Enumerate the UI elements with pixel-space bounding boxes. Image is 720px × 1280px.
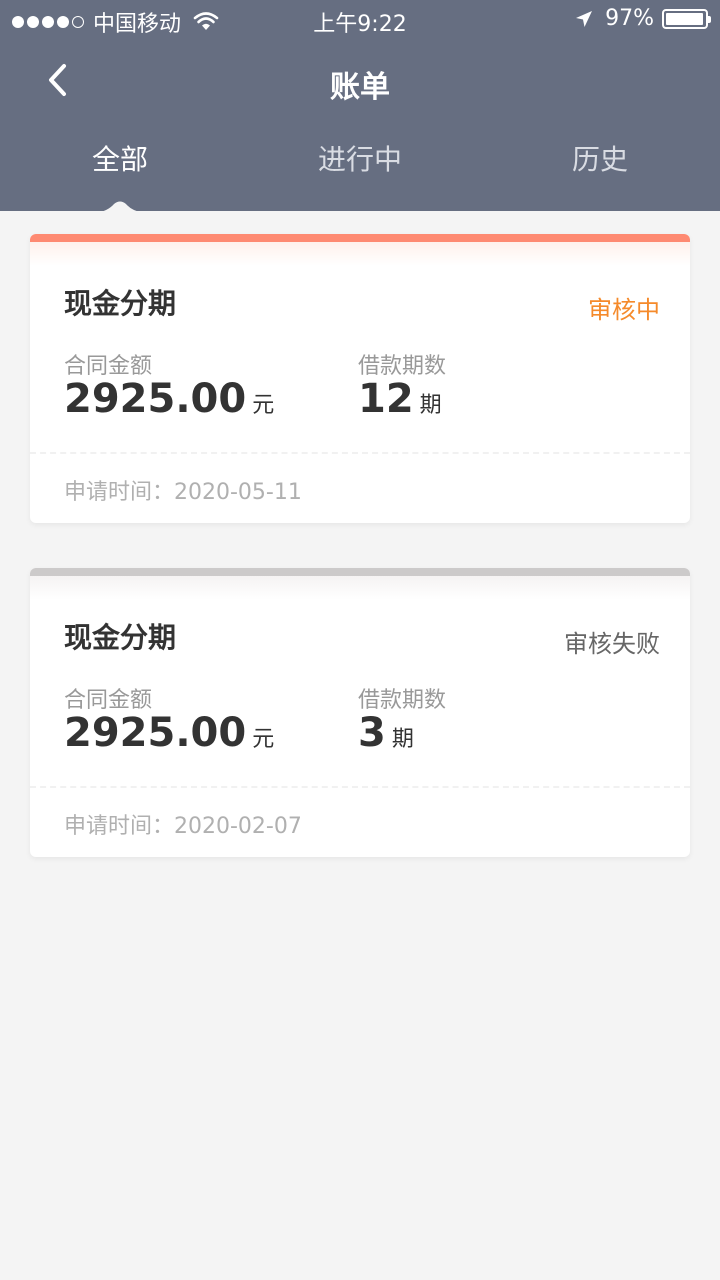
term-number: 3 [358, 710, 386, 756]
apply-date: 申请时间：2020-02-07 [64, 814, 302, 839]
term-value: 3 期 [358, 710, 414, 756]
card-title: 现金分期 [64, 287, 177, 320]
term-number: 12 [358, 376, 414, 422]
amount-number: 2925.00 [64, 376, 247, 422]
battery-icon [662, 8, 711, 29]
tab-all[interactable]: 全部 [0, 130, 240, 190]
status-bar: 中国移动 上午9:22 97% [0, 0, 720, 40]
amount-unit: 元 [252, 393, 275, 418]
apply-date: 申请时间：2020-05-11 [64, 480, 302, 505]
nav-bar: 账单 [0, 40, 720, 124]
bill-card[interactable]: 现金分期 审核中 合同金额 借款期数 2925.00 元 12 期 申请时间：2… [30, 234, 690, 523]
term-unit: 期 [419, 393, 442, 418]
bill-card[interactable]: 现金分期 审核失败 合同金额 借款期数 2925.00 元 3 期 申请时间：2… [30, 568, 690, 857]
battery-percent: 97% [605, 6, 654, 31]
term-unit: 期 [391, 727, 414, 752]
term-value: 12 期 [358, 376, 442, 422]
status-badge: 审核失败 [564, 630, 660, 658]
card-accent-fade [30, 242, 690, 266]
status-right: 97% [575, 6, 711, 31]
tab-history[interactable]: 历史 [480, 130, 720, 190]
card-title: 现金分期 [64, 621, 177, 654]
status-badge: 审核中 [588, 296, 660, 324]
amount-value: 2925.00 元 [64, 376, 274, 422]
dashed-divider [30, 786, 690, 788]
amount-number: 2925.00 [64, 710, 247, 756]
page-title: 账单 [330, 70, 390, 105]
tab-in-progress[interactable]: 进行中 [240, 130, 480, 190]
header: 中国移动 上午9:22 97% 账单 全部 进行中 历史 [0, 0, 720, 213]
location-arrow-icon [576, 10, 593, 27]
tab-bar: 全部 进行中 历史 [0, 130, 720, 190]
amount-unit: 元 [252, 727, 275, 752]
dashed-divider [30, 452, 690, 454]
active-tab-indicator [96, 201, 144, 213]
amount-value: 2925.00 元 [64, 710, 274, 756]
battery-fill [666, 12, 703, 25]
card-accent-fade [30, 576, 690, 600]
